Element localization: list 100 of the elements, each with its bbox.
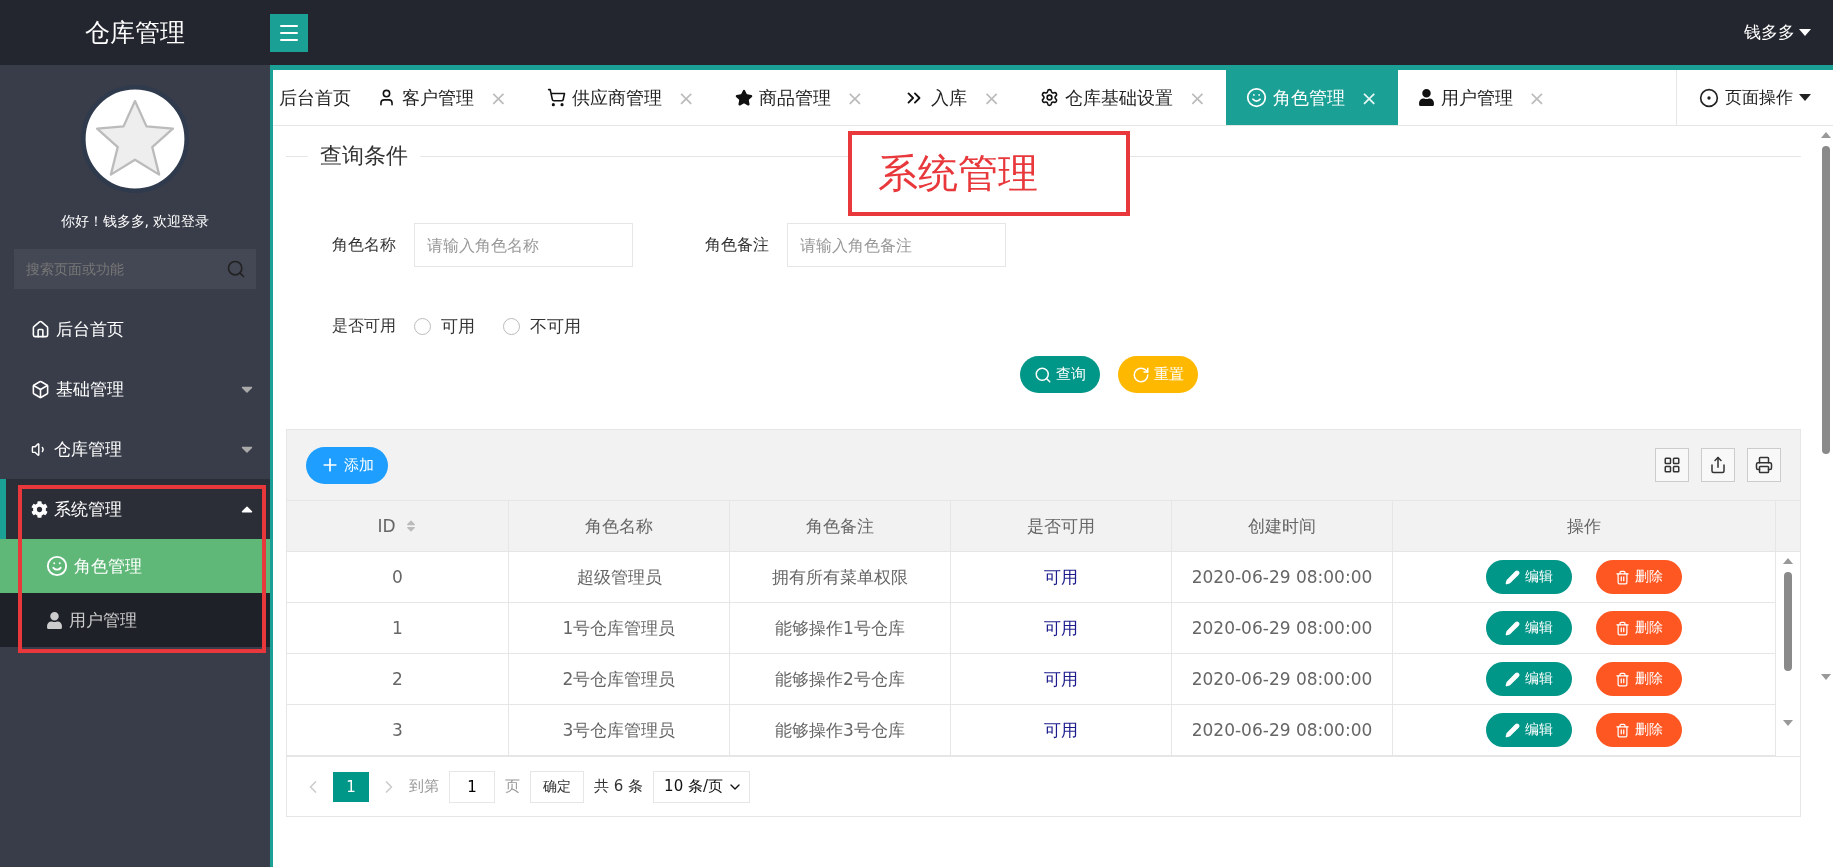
page-size-select[interactable]: 10 条/页 [653,770,750,803]
refresh-icon [1131,365,1150,384]
pencil-icon [1505,620,1520,636]
column-header: 是否可用 [951,500,1172,552]
column-header: 操作 [1393,500,1776,552]
table-cell: 可用 [951,705,1172,756]
user-icon [377,88,396,107]
page-unit: 页 [505,777,520,796]
menu-button[interactable] [270,13,308,52]
radio-label: 不可用 [530,315,581,338]
confirm-button[interactable]: 确定 [530,770,584,803]
trash-icon [1615,671,1630,687]
print-button[interactable] [1747,448,1781,482]
table-cell: 1 [287,603,509,654]
cart-icon [546,88,566,107]
nav-item[interactable]: 基础管理 [0,359,270,419]
current-page[interactable]: 1 [333,771,369,802]
close-button[interactable]: × [983,85,1001,110]
search-icon [1033,365,1052,384]
printer-icon [1755,456,1773,474]
user-icon [1417,89,1435,106]
goto-label: 到第 [409,777,439,796]
tab[interactable]: 角色管理 × [1225,70,1398,125]
edit-button[interactable]: 编辑 [1486,713,1572,747]
export-icon [1709,456,1727,474]
radio-option[interactable]: 不可用 [503,315,581,338]
add-button[interactable]: 添加 [306,446,388,484]
table-cell: 可用 [951,654,1172,705]
close-button[interactable]: × [1360,85,1378,110]
close-button[interactable]: × [490,85,507,110]
page-ops-menu[interactable]: 页面操作 [1676,70,1833,125]
edit-button[interactable]: 编辑 [1486,560,1572,594]
annotation-label: 系统管理 [848,131,1130,216]
table-cell: 2020-06-29 08:00:00 [1172,705,1393,756]
delete-button[interactable]: 删除 [1596,611,1682,645]
table-cell: 2020-06-29 08:00:00 [1172,603,1393,654]
nav-item[interactable]: 系统管理 [0,479,270,539]
input-field[interactable]: 请输入角色备注 [787,223,1006,267]
columns-button[interactable] [1655,448,1689,482]
trash-icon [1615,620,1630,636]
field-label: 角色名称 [332,234,397,256]
gear-icon [1040,88,1060,107]
table-cell: 1号仓库管理员 [509,603,730,654]
nav-subitem[interactable]: 用户管理 [0,593,270,647]
trash-icon [1615,722,1630,738]
smiley-icon [46,555,68,577]
smiley-icon [1245,87,1267,108]
table-cell: 可用 [951,603,1172,654]
input-field[interactable]: 请输入角色名称 [414,223,633,267]
page-input[interactable]: 1 [449,770,495,803]
close-button[interactable]: × [1528,85,1546,110]
table-cell: 3 [287,705,509,756]
greeting-text: 你好！钱多多, 欢迎登录 [59,213,211,231]
caret-down-icon [1799,94,1811,101]
nav-item[interactable]: 后台首页 [0,299,270,359]
user-icon [46,611,63,629]
pencil-icon [1505,569,1520,585]
trash-icon [1615,569,1630,585]
close-button[interactable]: × [846,85,864,110]
table-cell: 拥有所有菜单权限 [730,552,951,603]
table-cell: 超级管理员 [509,552,730,603]
cube-icon [31,379,50,399]
table-cell: 2号仓库管理员 [509,654,730,705]
caret-down-icon [1799,29,1811,36]
table-cell: 能够操作1号仓库 [730,603,951,654]
grid-icon [1663,456,1681,474]
delete-button[interactable]: 删除 [1596,662,1682,696]
gear-icon [31,500,48,518]
table-cell: 2020-06-29 08:00:00 [1172,552,1393,603]
pencil-icon [1505,671,1520,687]
column-header: 角色备注 [730,500,951,552]
field-label: 是否可用 [332,316,397,337]
radio-dot-icon [1699,87,1719,108]
close-button[interactable]: × [1189,85,1206,110]
column-header: 创建时间 [1172,500,1393,552]
home-icon [31,319,50,339]
delete-button[interactable]: 删除 [1596,560,1682,594]
user-menu[interactable]: 钱多多 [1744,21,1811,44]
column-header: 角色名称 [509,500,730,552]
export-button[interactable] [1701,448,1735,482]
table-cell: 3号仓库管理员 [509,705,730,756]
pencil-icon [1505,722,1520,738]
radio-option[interactable]: 可用 [414,315,475,338]
table-cell: 能够操作3号仓库 [730,705,951,756]
edit-button[interactable]: 编辑 [1486,662,1572,696]
table-cell: 能够操作2号仓库 [730,654,951,705]
radio-label: 可用 [441,315,475,338]
table-cell: 可用 [951,552,1172,603]
close-button[interactable]: × [677,85,695,110]
star-icon [734,88,753,107]
edit-button[interactable]: 编辑 [1486,611,1572,645]
search-button[interactable]: 查询 [1019,356,1100,393]
table-cell: 2020-06-29 08:00:00 [1172,654,1393,705]
search-icon [226,259,246,279]
app-title: 仓库管理 [84,17,186,49]
column-header[interactable]: ID [287,500,509,552]
nav-item[interactable]: 仓库管理 [0,419,270,479]
nav-subitem[interactable]: 角色管理 [0,539,270,593]
delete-button[interactable]: 删除 [1596,713,1682,747]
table-cell: 0 [287,552,509,603]
